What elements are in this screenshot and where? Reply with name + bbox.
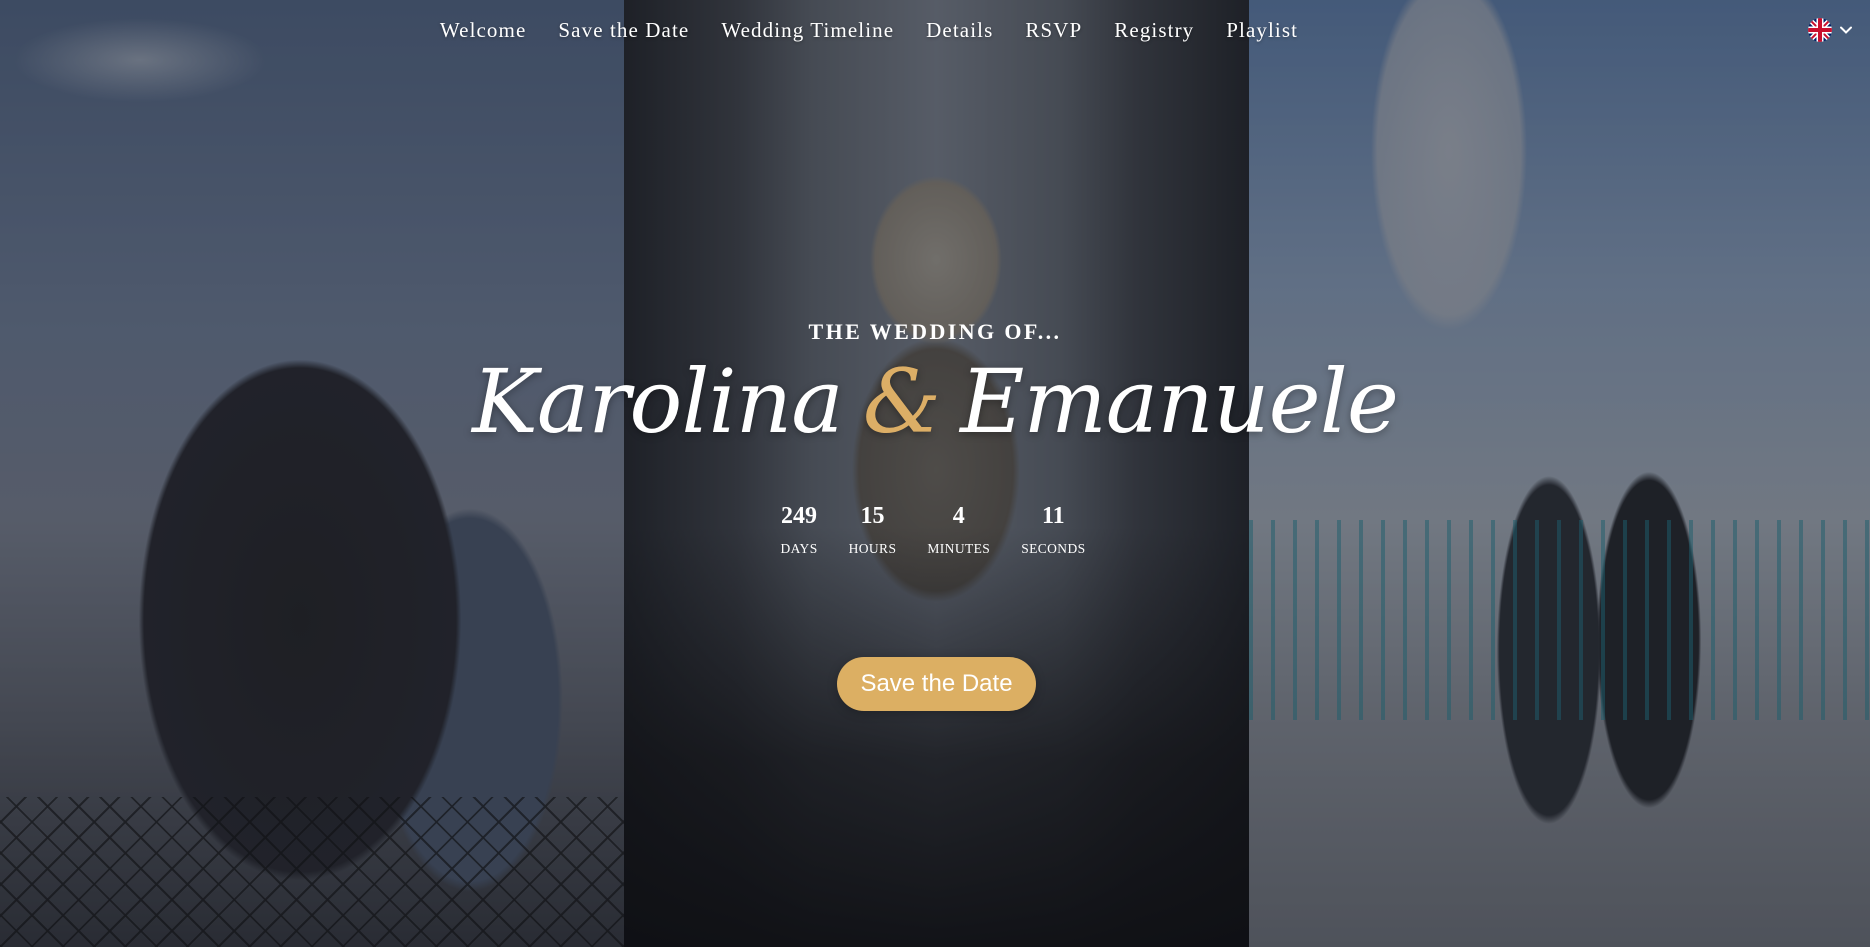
chevron-down-icon (1840, 26, 1852, 34)
hero-content: THE WEDDING OF... Karolina & Emanuele 249 … (0, 0, 1870, 947)
nav-item-playlist: Playlist (1226, 18, 1298, 43)
countdown-minutes-value: 4 (952, 503, 965, 529)
ampersand: & (862, 350, 941, 453)
nav-link-rsvp[interactable]: RSVP (1025, 18, 1082, 42)
wedding-eyebrow: THE WEDDING OF... (808, 319, 1062, 344)
main-nav: Welcome Save the Date Wedding Timeline D… (0, 0, 1870, 60)
nav-link-welcome[interactable]: Welcome (440, 18, 526, 42)
language-selector[interactable] (1808, 18, 1852, 42)
countdown-days-value: 249 (781, 503, 818, 529)
nav-link-save-the-date[interactable]: Save the Date (558, 18, 689, 42)
countdown-hours-label: HOURS (848, 541, 897, 556)
countdown-seconds-value: 11 (1042, 503, 1065, 529)
couple-names: Karolina & Emanuele (0, 352, 1870, 452)
countdown-days: 249 DAYS (780, 501, 817, 557)
uk-flag-icon (1808, 18, 1832, 42)
countdown-minutes-label: MINUTES (927, 541, 991, 556)
countdown-days-label: DAYS (780, 541, 818, 556)
nav-item-registry: Registry (1114, 18, 1194, 43)
countdown-hours: 15 HOURS (849, 501, 897, 557)
countdown-timer: 249 DAYS 15 HOURS 4 MINUTES 11 SECONDS (0, 501, 1868, 557)
nav-link-wedding-timeline[interactable]: Wedding Timeline (721, 18, 894, 42)
nav-item-welcome: Welcome (440, 18, 526, 43)
nav-item-save-the-date: Save the Date (558, 18, 689, 43)
countdown-seconds: 11 SECONDS (1021, 501, 1085, 557)
name-one: Karolina (472, 350, 844, 453)
nav-link-details[interactable]: Details (926, 18, 993, 42)
save-the-date-button[interactable]: Save the Date (837, 657, 1036, 711)
nav-list: Welcome Save the Date Wedding Timeline D… (440, 18, 1298, 43)
hero-section: Welcome Save the Date Wedding Timeline D… (0, 0, 1870, 947)
nav-link-registry[interactable]: Registry (1114, 18, 1194, 42)
nav-link-playlist[interactable]: Playlist (1226, 18, 1298, 42)
nav-item-details: Details (926, 18, 993, 43)
nav-item-wedding-timeline: Wedding Timeline (721, 18, 894, 43)
name-two: Emanuele (960, 350, 1399, 453)
nav-item-rsvp: RSVP (1025, 18, 1082, 43)
countdown-hours-value: 15 (860, 503, 885, 529)
countdown-minutes: 4 MINUTES (927, 501, 990, 557)
countdown-seconds-label: SECONDS (1021, 541, 1086, 556)
